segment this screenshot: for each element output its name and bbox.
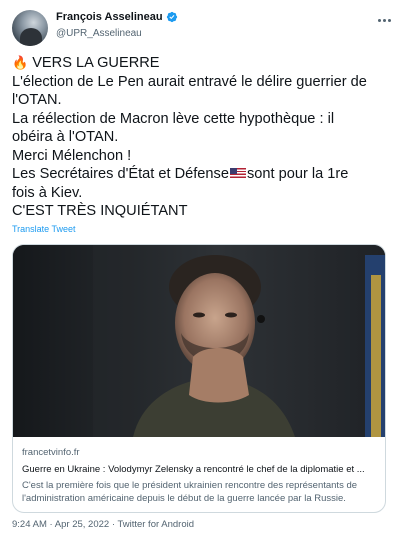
tweet-line: La réélection de Macron lève cette hypot…: [12, 110, 335, 127]
tweet-line: obéira à l'OTAN.: [12, 129, 119, 145]
tweet-line: L'élection de Le Pen aurait entravé le d…: [12, 73, 367, 90]
card-description[interactable]: C'est la première fois que le président …: [22, 479, 376, 505]
more-options-icon[interactable]: [374, 12, 394, 28]
tweet-line: Merci Mélenchon !: [12, 147, 132, 164]
author-handle[interactable]: @UPR_Asselineau: [56, 28, 142, 39]
tweet-timestamp[interactable]: 9:24 AM · Apr 25, 2022 · Twitter for And…: [12, 519, 194, 530]
link-card[interactable]: francetvinfo.fr Guerre en Ukraine : Volo…: [12, 244, 386, 513]
verified-badge-icon: [166, 11, 177, 23]
tweet-header: François Asselineau @UPR_Asselineau: [12, 8, 394, 48]
card-photo: [13, 245, 385, 437]
avatar[interactable]: [12, 10, 48, 46]
card-title[interactable]: Guerre en Ukraine : Volodymyr Zelensky a…: [22, 464, 376, 475]
tweet-line: 🔥 VERS LA GUERRE: [12, 55, 160, 71]
tweet-text: 🔥 VERS LA GUERRE L'élection de Le Pen aur…: [12, 54, 394, 221]
author-name-line[interactable]: François Asselineau: [56, 11, 178, 23]
author-name[interactable]: François Asselineau: [56, 11, 163, 23]
fire-emoji: 🔥: [12, 55, 29, 70]
translate-tweet-link[interactable]: Translate Tweet: [12, 224, 76, 234]
us-flag-emoji: [229, 168, 246, 179]
tweet: François Asselineau @UPR_Asselineau 🔥 VER…: [0, 0, 406, 546]
tweet-line: Les Secrétaires d'État et Défense sont po…: [12, 166, 349, 182]
card-domain[interactable]: francetvinfo.fr: [22, 447, 376, 458]
tweet-line: C'EST TRÈS INQUIÉTANT: [12, 203, 188, 219]
card-meta[interactable]: francetvinfo.fr Guerre en Ukraine : Volo…: [22, 443, 376, 505]
tweet-line: l'OTAN.: [12, 92, 62, 108]
card-image[interactable]: [13, 245, 385, 437]
tweet-line: fois à Kiev.: [12, 184, 83, 201]
